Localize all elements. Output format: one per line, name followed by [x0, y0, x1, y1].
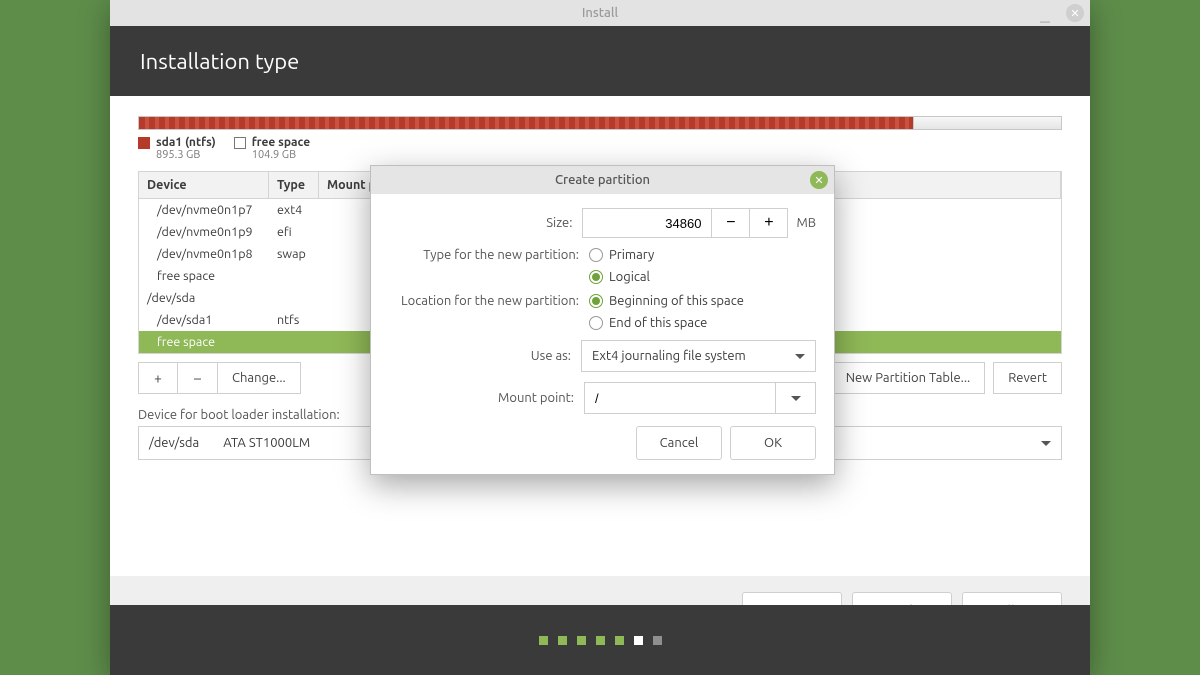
pager-dot [596, 636, 605, 645]
legend-item-sda1: sda1 (ntfs) 895.3 GB [138, 136, 216, 161]
remove-partition-button[interactable]: – [178, 362, 218, 394]
create-partition-dialog: Create partition ✕ Size: − + MB Type for… [370, 165, 835, 475]
chevron-down-icon [791, 396, 801, 406]
page-header: Installation type [110, 26, 1090, 96]
legend-label: free space [252, 136, 310, 149]
legend-label: sda1 (ntfs) [156, 136, 216, 149]
use-as-select[interactable]: Ext4 journaling file system [581, 340, 816, 372]
bootloader-model: ATA ST1000LM [223, 436, 310, 450]
disk-usage-bar [138, 116, 1062, 130]
radio-icon [589, 270, 603, 284]
legend-item-free: free space 104.9 GB [234, 136, 310, 161]
col-type: Type [269, 172, 319, 198]
radio-label: Beginning of this space [609, 294, 744, 308]
new-partition-table-button[interactable]: New Partition Table... [831, 362, 986, 394]
dialog-actions: Cancel OK [389, 426, 816, 460]
dialog-titlebar: Create partition ✕ [371, 166, 834, 194]
pager-dot [653, 636, 662, 645]
radio-icon [589, 294, 603, 308]
bootloader-device: /dev/sda [149, 436, 199, 450]
radio-icon [589, 248, 603, 262]
close-window-icon[interactable]: ✕ [1066, 4, 1084, 22]
usage-seg-free [913, 117, 1061, 129]
close-icon: ✕ [814, 174, 823, 187]
legend-sub: 895.3 GB [156, 149, 216, 161]
pager-dot-current [634, 636, 643, 645]
radio-label: End of this space [609, 316, 707, 330]
usage-legend: sda1 (ntfs) 895.3 GB free space 104.9 GB [138, 136, 1062, 161]
radio-label: Primary [609, 248, 654, 262]
legend-swatch-red [138, 137, 150, 149]
radio-icon [589, 316, 603, 330]
close-dialog-button[interactable]: ✕ [810, 171, 828, 189]
col-device: Device [139, 172, 269, 198]
size-label: Size: [389, 216, 582, 230]
revert-button[interactable]: Revert [993, 362, 1062, 394]
mount-point-label: Mount point: [389, 391, 584, 405]
window-titlebar: Install – ✕ [110, 0, 1090, 26]
plus-icon: + [154, 370, 162, 386]
pager-footer [110, 605, 1090, 675]
cancel-button[interactable]: Cancel [636, 426, 722, 460]
legend-swatch-empty [234, 137, 246, 149]
type-label: Type for the new partition: [389, 248, 589, 262]
minimize-icon[interactable]: – [1040, 9, 1058, 15]
size-input[interactable] [582, 208, 712, 238]
chevron-down-icon [1041, 441, 1051, 451]
radio-logical[interactable]: Logical [589, 270, 654, 284]
dialog-title: Create partition [555, 173, 650, 187]
legend-sub: 104.9 GB [252, 149, 310, 161]
size-increment-button[interactable]: + [750, 208, 788, 238]
size-unit: MB [796, 216, 816, 230]
radio-primary[interactable]: Primary [589, 248, 654, 262]
use-as-value: Ext4 journaling file system [592, 349, 746, 363]
plus-icon: + [764, 214, 773, 231]
radio-label: Logical [609, 270, 650, 284]
page-title: Installation type [140, 49, 299, 74]
size-decrement-button[interactable]: − [712, 208, 750, 238]
pager-dot [539, 636, 548, 645]
use-as-label: Use as: [389, 349, 581, 363]
usage-seg-sda1 [139, 117, 913, 129]
location-label: Location for the new partition: [389, 294, 589, 308]
chevron-down-icon [795, 354, 805, 364]
pager-dot [577, 636, 586, 645]
radio-location-end[interactable]: End of this space [589, 316, 744, 330]
pager-dot [558, 636, 567, 645]
change-partition-button[interactable]: Change... [218, 362, 301, 394]
radio-location-beginning[interactable]: Beginning of this space [589, 294, 744, 308]
pager-dot [615, 636, 624, 645]
mount-point-input[interactable] [584, 382, 776, 414]
mount-point-dropdown-button[interactable] [776, 382, 816, 414]
add-partition-button[interactable]: + [138, 362, 178, 394]
window-title: Install [582, 6, 618, 20]
minus-icon: – [194, 370, 201, 386]
minus-icon: − [726, 214, 735, 231]
ok-button[interactable]: OK [730, 426, 816, 460]
